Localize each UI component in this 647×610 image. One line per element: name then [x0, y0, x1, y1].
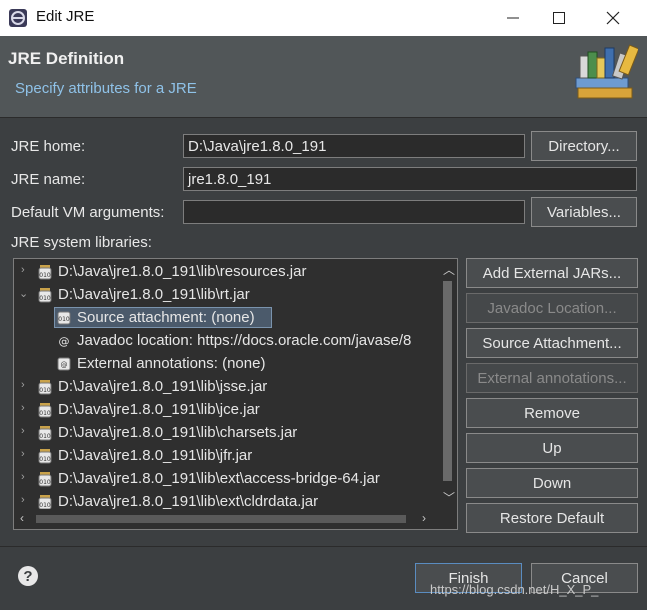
minimize-button[interactable]: [490, 0, 536, 36]
svg-text:010: 010: [39, 295, 51, 302]
eclipse-icon: [9, 9, 27, 27]
tree-row-selected[interactable]: 010 Source attachment: (none): [14, 307, 457, 329]
tree-row[interactable]: › 010 D:\Java\jre1.8.0_191\lib\charsets.…: [14, 422, 457, 444]
library-tree[interactable]: › 010 D:\Java\jre1.8.0_191\lib\resources…: [13, 258, 458, 530]
close-button[interactable]: [590, 0, 636, 36]
restore-default-button[interactable]: Restore Default: [466, 503, 638, 533]
jar-icon: 010: [38, 472, 52, 487]
scroll-down-icon[interactable]: ﹀: [443, 489, 455, 506]
tree-row-label: D:\Java\jre1.8.0_191\lib\ext\cldrdata.ja…: [58, 493, 319, 510]
javadoc-location-button[interactable]: Javadoc Location...: [466, 293, 638, 323]
footer-divider: [0, 546, 647, 547]
maximize-button[interactable]: [536, 0, 582, 36]
tree-row-label: D:\Java\jre1.8.0_191\lib\rt.jar: [58, 286, 250, 303]
jar-icon: 010: [38, 380, 52, 395]
jre-name-field[interactable]: jre1.8.0_191: [183, 167, 637, 191]
tree-row[interactable]: › 010 D:\Java\jre1.8.0_191\lib\ext\acces…: [14, 468, 457, 490]
chevron-right-icon[interactable]: ›: [21, 402, 33, 416]
jar-icon: 010: [38, 403, 52, 418]
vertical-scroll-thumb[interactable]: [443, 281, 452, 481]
svg-text:010: 010: [39, 456, 51, 463]
svg-text:@: @: [61, 361, 68, 369]
tree-row-label: Javadoc location: https://docs.oracle.co…: [77, 332, 412, 349]
add-external-jars-button[interactable]: Add External JARs...: [466, 258, 638, 288]
watermark: https://blog.csdn.net/H_X_P_: [430, 582, 599, 597]
jar-icon: 010: [38, 495, 52, 510]
chevron-down-icon[interactable]: ⌄: [19, 287, 31, 301]
tree-row-label: D:\Java\jre1.8.0_191\lib\charsets.jar: [58, 424, 298, 441]
dialog-header: JRE Definition Specify attributes for a …: [0, 36, 647, 118]
tree-row-label: External annotations: (none): [77, 355, 266, 372]
chevron-right-icon[interactable]: ›: [21, 448, 33, 462]
tree-row-label: D:\Java\jre1.8.0_191\lib\jce.jar: [58, 401, 260, 418]
chevron-right-icon[interactable]: ›: [21, 379, 33, 393]
chevron-right-icon[interactable]: ›: [21, 425, 33, 439]
javadoc-icon: @: [59, 335, 70, 348]
svg-text:010: 010: [58, 316, 70, 323]
svg-text:010: 010: [39, 410, 51, 417]
svg-text:010: 010: [39, 479, 51, 486]
tree-row[interactable]: @ External annotations: (none): [14, 353, 457, 375]
horizontal-scroll-thumb[interactable]: [36, 515, 406, 523]
variables-button[interactable]: Variables...: [531, 197, 637, 227]
annotations-icon: @: [57, 357, 71, 371]
jar-icon: 010: [38, 426, 52, 441]
tree-row-label: D:\Java\jre1.8.0_191\lib\jfr.jar: [58, 447, 253, 464]
tree-row[interactable]: › 010 D:\Java\jre1.8.0_191\lib\resources…: [14, 261, 457, 283]
jre-libraries-label: JRE system libraries:: [11, 234, 152, 251]
books-icon: [575, 44, 638, 99]
tree-row-label: Source attachment: (none): [77, 309, 255, 326]
close-icon: [606, 11, 620, 25]
tree-row[interactable]: @ Javadoc location: https://docs.oracle.…: [14, 330, 457, 352]
source-attachment-button[interactable]: Source Attachment...: [466, 328, 638, 358]
page-subtitle: Specify attributes for a JRE: [15, 80, 197, 97]
tree-row-label: D:\Java\jre1.8.0_191\lib\resources.jar: [58, 263, 307, 280]
jre-home-label: JRE home:: [11, 138, 86, 155]
page-title: JRE Definition: [8, 49, 125, 68]
svg-text:010: 010: [39, 433, 51, 440]
tree-row-label: D:\Java\jre1.8.0_191\lib\jsse.jar: [58, 378, 268, 395]
horizontal-scrollbar[interactable]: ‹ ›: [14, 509, 438, 529]
window-title: Edit JRE: [36, 8, 95, 25]
svg-text:010: 010: [39, 502, 51, 509]
chevron-right-icon[interactable]: ›: [21, 494, 33, 508]
tree-row[interactable]: › 010 D:\Java\jre1.8.0_191\lib\jce.jar: [14, 399, 457, 421]
scroll-right-icon[interactable]: ›: [422, 511, 426, 525]
maximize-icon: [553, 12, 565, 24]
tree-row-label: D:\Java\jre1.8.0_191\lib\ext\access-brid…: [58, 470, 380, 487]
down-button[interactable]: Down: [466, 468, 638, 498]
source-attachment-icon: 010: [57, 311, 71, 325]
jre-name-label: JRE name:: [11, 171, 86, 188]
remove-button[interactable]: Remove: [466, 398, 638, 428]
vm-arguments-label: Default VM arguments:: [11, 204, 165, 221]
help-icon[interactable]: ?: [18, 566, 38, 586]
external-annotations-button[interactable]: External annotations...: [466, 363, 638, 393]
jre-home-field[interactable]: D:\Java\jre1.8.0_191: [183, 134, 525, 158]
jar-icon: 010: [38, 288, 52, 303]
up-button[interactable]: Up: [466, 433, 638, 463]
svg-text:@: @: [59, 335, 70, 348]
directory-button[interactable]: Directory...: [531, 131, 637, 161]
jar-icon: 010: [38, 449, 52, 464]
tree-row[interactable]: ⌄ 010 D:\Java\jre1.8.0_191\lib\rt.jar: [14, 284, 457, 306]
tree-row[interactable]: › 010 D:\Java\jre1.8.0_191\lib\jsse.jar: [14, 376, 457, 398]
tree-row[interactable]: › 010 D:\Java\jre1.8.0_191\lib\jfr.jar: [14, 445, 457, 467]
minimize-icon: [507, 17, 519, 19]
chevron-right-icon[interactable]: ›: [21, 264, 33, 278]
title-bar: Edit JRE: [0, 0, 647, 36]
svg-text:010: 010: [39, 272, 51, 279]
scroll-up-icon[interactable]: ︿: [443, 261, 455, 278]
scroll-left-icon[interactable]: ‹: [20, 511, 24, 525]
vm-arguments-field[interactable]: [183, 200, 525, 224]
chevron-right-icon[interactable]: ›: [21, 471, 33, 485]
jar-icon: 010: [38, 265, 52, 280]
vertical-scrollbar[interactable]: ︿ ﹀: [438, 259, 457, 507]
svg-text:010: 010: [39, 387, 51, 394]
